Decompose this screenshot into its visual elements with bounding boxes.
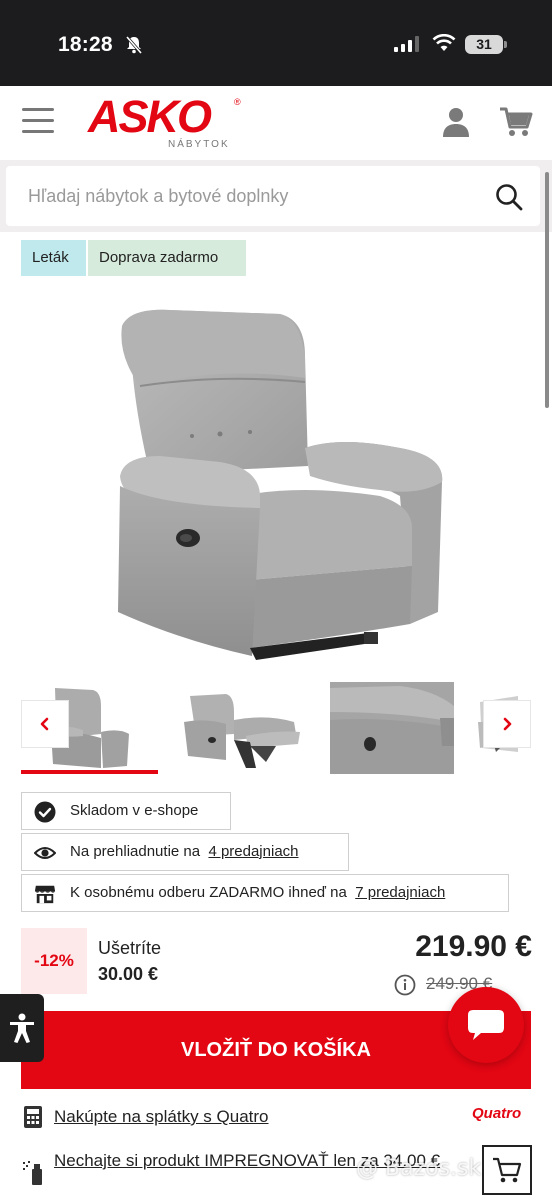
search-box <box>6 166 540 226</box>
stock-text: Skladom v e-shope <box>70 802 199 819</box>
add-impregnation-cart-button[interactable] <box>482 1145 532 1195</box>
cart-icon[interactable] <box>499 106 533 138</box>
watermark: @ Bazos.sk <box>356 1156 482 1181</box>
thumbnail-2[interactable] <box>176 682 306 774</box>
eye-icon <box>34 847 56 859</box>
discount-badge: -12% <box>21 928 87 994</box>
registered-mark: ® <box>234 97 241 107</box>
accessibility-icon <box>10 1013 34 1043</box>
badge-letak[interactable]: Leták <box>21 240 86 276</box>
installments-link[interactable]: Nakúpte na splátky s Quatro <box>54 1107 269 1127</box>
save-label: Ušetríte <box>98 938 162 958</box>
search-input[interactable] <box>28 166 468 226</box>
store-icon <box>34 885 56 904</box>
bell-muted-icon <box>125 36 143 54</box>
asko-logo[interactable]: ASKO ® NÁBYTOK <box>88 94 242 154</box>
pickup-info: K osobnému odberu ZADARMO ihneď na 7 pre… <box>21 874 509 912</box>
pickup-text: K osobnému odberu ZADARMO ihneď na 7 pre… <box>70 875 445 911</box>
search-icon[interactable] <box>494 182 524 212</box>
thumbnail-3[interactable] <box>330 682 454 774</box>
chat-button[interactable] <box>448 987 524 1063</box>
stock-info: Skladom v e-shope <box>21 792 231 830</box>
view-text: Na prehliadnutie na 4 predajniach <box>70 834 299 870</box>
signal-icon <box>394 36 419 52</box>
check-circle-icon <box>34 801 56 823</box>
user-icon[interactable] <box>440 106 472 138</box>
carousel-prev-button[interactable] <box>21 700 69 748</box>
quatro-logo: Quatro <box>472 1105 522 1122</box>
logo-tagline: NÁBYTOK <box>168 139 230 150</box>
spray-icon <box>23 1161 42 1185</box>
save-amount: 30.00 € <box>98 964 159 984</box>
chat-icon <box>468 1010 504 1040</box>
battery-indicator: 31 <box>465 35 507 54</box>
wifi-icon <box>432 34 456 51</box>
chevron-left-icon <box>40 717 49 731</box>
view-stores-link[interactable]: 4 predajniach <box>208 843 298 860</box>
pickup-prefix: K osobnému odberu ZADARMO ihneď na <box>70 884 347 901</box>
chevron-right-icon <box>503 717 512 731</box>
info-icon[interactable] <box>394 974 416 996</box>
thumbnail-carousel <box>0 682 552 778</box>
calculator-icon <box>24 1106 42 1128</box>
badge-free-delivery[interactable]: Doprava zadarmo <box>88 240 246 276</box>
scrollbar[interactable] <box>545 172 549 408</box>
carousel-next-button[interactable] <box>483 700 531 748</box>
status-bar: 18:28 31 <box>0 0 552 86</box>
cart-icon <box>493 1157 522 1183</box>
search-bar <box>0 160 552 232</box>
hamburger-icon[interactable] <box>22 108 54 134</box>
view-prefix: Na prehliadnutie na <box>70 843 201 860</box>
watermark-text: Bazos.sk <box>385 1156 482 1181</box>
pickup-stores-link[interactable]: 7 predajniach <box>355 884 445 901</box>
site-header: ASKO ® NÁBYTOK <box>0 86 552 160</box>
accessibility-button[interactable] <box>0 994 44 1062</box>
active-thumbnail-indicator <box>21 770 158 774</box>
logo-wordmark: ASKO <box>88 91 212 142</box>
product-image[interactable] <box>100 296 460 670</box>
installments-row: Nakúpte na splátky s Quatro <box>21 1105 441 1133</box>
status-time: 18:28 <box>58 33 113 56</box>
view-info: Na prehliadnutie na 4 predajniach <box>21 833 349 871</box>
current-price: 219.90 € <box>415 930 532 963</box>
